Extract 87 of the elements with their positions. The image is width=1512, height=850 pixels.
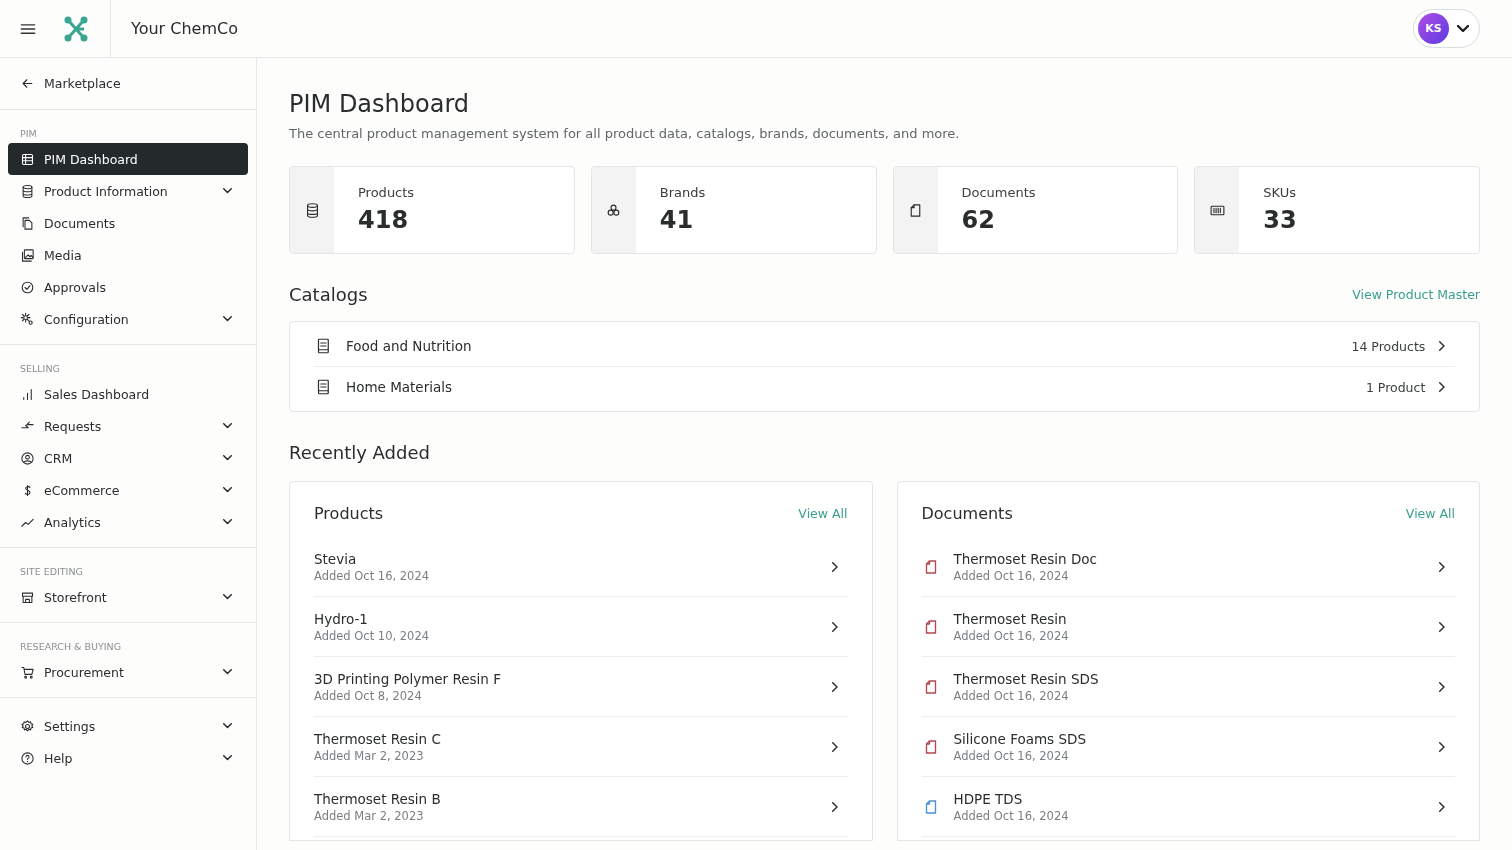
sidebar-item[interactable]: Help bbox=[8, 742, 248, 774]
item-date: Added Oct 16, 2024 bbox=[953, 568, 1069, 583]
chevron-right-icon[interactable] bbox=[1439, 741, 1445, 752]
sidebar-item[interactable]: Approvals bbox=[8, 271, 248, 303]
sidebar-item[interactable]: Settings bbox=[8, 710, 248, 742]
sidebar-item[interactable]: Analytics bbox=[8, 506, 248, 538]
bar-chart-icon bbox=[20, 386, 35, 402]
sidebar-item[interactable]: Storefront bbox=[8, 581, 248, 613]
avatar: KS bbox=[1418, 13, 1449, 44]
catalog-name[interactable]: Food and Nutrition bbox=[346, 338, 1338, 354]
catalog-name[interactable]: Home Materials bbox=[346, 379, 1352, 395]
panel-title: Documents bbox=[921, 504, 1013, 523]
sidebar-item[interactable]: Sales Dashboard bbox=[8, 378, 248, 410]
section-label: RESEARCH & BUYING bbox=[19, 641, 123, 652]
database-icon bbox=[20, 183, 35, 199]
section-label: SELLING bbox=[19, 363, 61, 374]
back-link[interactable]: Marketplace bbox=[20, 76, 121, 91]
item-name[interactable]: Thermoset Resin C bbox=[314, 730, 441, 747]
cart-icon bbox=[20, 664, 35, 680]
user-circle-icon bbox=[20, 450, 35, 466]
item-date: Added Oct 10, 2024 bbox=[314, 628, 430, 643]
section-label: SITE EDITING bbox=[19, 566, 84, 577]
stat-label: Products bbox=[358, 185, 415, 200]
settings-icon bbox=[20, 718, 35, 734]
chevron-right-icon[interactable] bbox=[1439, 681, 1445, 692]
item-date: Added Mar 2, 2023 bbox=[314, 808, 424, 823]
chevron-right-icon[interactable] bbox=[831, 801, 838, 812]
image-icon bbox=[20, 247, 35, 263]
sidebar-item[interactable]: Procurement bbox=[8, 656, 248, 688]
item-name[interactable]: HDPE TDS bbox=[953, 790, 1023, 807]
chevron-right-icon[interactable] bbox=[1439, 801, 1445, 812]
chevron-right-icon[interactable] bbox=[1439, 382, 1445, 392]
page-title: PIM Dashboard bbox=[289, 90, 471, 118]
item-name[interactable]: Thermoset Resin B bbox=[314, 790, 441, 807]
sidebar-item[interactable]: PIM Dashboard bbox=[8, 143, 248, 175]
sidebar-item[interactable]: eCommerce bbox=[8, 474, 248, 506]
item-name[interactable]: Thermoset Resin Doc bbox=[953, 550, 1098, 567]
item-date: Added Oct 16, 2024 bbox=[953, 628, 1069, 643]
item-name[interactable]: Silicone Foams SDS bbox=[953, 730, 1086, 747]
account-menu[interactable]: KS bbox=[1413, 9, 1480, 48]
sidebar-item[interactable]: Configuration bbox=[8, 303, 248, 335]
stat-value: 33 bbox=[1263, 206, 1297, 234]
chevron-down-icon bbox=[1457, 25, 1469, 32]
help-icon bbox=[20, 750, 35, 766]
item-name[interactable]: Thermoset Resin bbox=[953, 610, 1067, 627]
product-count: 1 Product bbox=[1365, 379, 1426, 395]
stat-label: SKUs bbox=[1263, 185, 1296, 200]
item-name[interactable]: Stevia bbox=[314, 550, 357, 567]
stat-label: Documents bbox=[961, 185, 1036, 200]
stat-label: Brands bbox=[659, 185, 706, 200]
storefront-icon bbox=[20, 589, 35, 605]
arrow-left-icon bbox=[20, 76, 35, 91]
item-date: Added Oct 16, 2024 bbox=[314, 568, 430, 583]
section-title: Catalogs bbox=[289, 284, 368, 305]
page-subtitle: The central product management system for all product data, catalogs, brands, documents, and more. bbox=[289, 126, 960, 141]
section-title: Recently Added bbox=[289, 442, 430, 463]
chevron-right-icon[interactable] bbox=[1439, 621, 1445, 632]
item-name[interactable]: Thermoset Resin SDS bbox=[953, 670, 1099, 687]
sidebar-item[interactable]: Media bbox=[8, 239, 248, 271]
documents-icon bbox=[20, 215, 35, 231]
chevron-right-icon[interactable] bbox=[1439, 561, 1445, 572]
stat-value: 418 bbox=[358, 206, 409, 234]
stat-value: 62 bbox=[961, 206, 995, 234]
chevron-right-icon[interactable] bbox=[1439, 341, 1445, 351]
item-date: Added Oct 8, 2024 bbox=[314, 688, 422, 703]
item-date: Added Mar 2, 2023 bbox=[314, 748, 424, 763]
item-name[interactable]: 3D Printing Polymer Resin F bbox=[314, 670, 501, 687]
product-count: 14 Products bbox=[1351, 338, 1426, 354]
section-label: PIM bbox=[19, 128, 38, 139]
item-name[interactable]: Hydro-1 bbox=[314, 610, 368, 627]
chevron-right-icon[interactable] bbox=[831, 741, 838, 752]
item-date: Added Oct 16, 2024 bbox=[953, 808, 1069, 823]
logo-icon bbox=[63, 15, 89, 42]
table-icon bbox=[20, 151, 35, 167]
chevron-right-icon[interactable] bbox=[831, 681, 838, 692]
company-name: Your ChemCo bbox=[131, 19, 239, 38]
sidebar-item[interactable]: Requests bbox=[8, 410, 248, 442]
item-date: Added Oct 16, 2024 bbox=[953, 688, 1069, 703]
sidebar-item[interactable]: Product Information bbox=[8, 175, 248, 207]
panel-title: Products bbox=[314, 504, 384, 523]
sidebar-item[interactable]: Documents bbox=[8, 207, 248, 239]
check-circle-icon bbox=[20, 279, 35, 295]
sidebar-item[interactable]: CRM bbox=[8, 442, 248, 474]
item-date: Added Oct 16, 2024 bbox=[953, 748, 1069, 763]
chevron-right-icon[interactable] bbox=[831, 621, 838, 632]
chevron-right-icon[interactable] bbox=[831, 561, 838, 572]
stat-value: 41 bbox=[659, 206, 694, 234]
